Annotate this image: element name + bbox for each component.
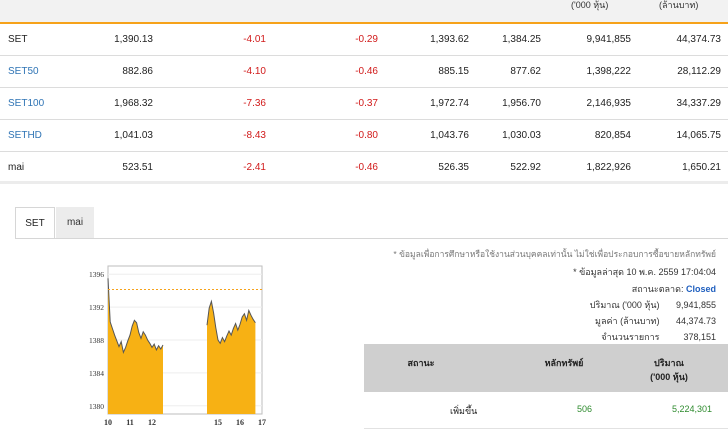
index-last: 1,390.13 [114,34,153,45]
breadth-row-next [364,429,728,437]
breadth-securities: 506 [577,404,593,414]
market-status-label: สถานะตลาด: [631,284,684,294]
index-value: 28,112.29 [677,66,721,77]
index-volume: 2,146,935 [586,98,632,109]
last-updated: * ข้อมูลล่าสุด 10 พ.ค. 2559 17:04:04 [573,267,716,277]
breadth-row-advance: เพิ่มขึ้น 506 5,224,301 [364,392,728,429]
total-volume-value: 9,941,855 [675,300,716,310]
index-name-link[interactable]: SET50 [8,66,39,78]
col-status-header: สถานะ [407,358,435,368]
chart-y-tick: 1380 [89,402,104,411]
index-name: mai [8,162,25,173]
index-value: 34,337.29 [676,98,722,109]
index-low: 522.92 [510,162,541,173]
total-trades-label: จำนวนรายการ [601,332,660,342]
index-last: 1,041.03 [114,130,153,141]
tab-mai[interactable]: mai [56,207,94,238]
index-name: SET [8,34,28,45]
index-volume: 1,822,926 [586,162,632,173]
index-name-link[interactable]: SETHD [8,130,42,142]
index-percent-change: -0.46 [355,66,378,77]
index-table: SET 1,390.13 -4.01 -0.29 1,393.62 1,384.… [0,24,728,184]
index-volume: 9,941,855 [586,34,632,45]
intraday-chart-svg: 1380 1384 1388 1392 1396 10 11 12 15 16 17 [89,265,266,427]
index-name-link[interactable]: SET100 [8,98,44,110]
index-volume: 820,854 [594,130,631,141]
col-volume-header: ปริมาณ ('000 หุ้น) [650,358,688,382]
index-change: -2.41 [243,162,266,173]
chart-x-tick: 11 [126,418,134,427]
index-value: 44,374.73 [676,34,722,45]
breadth-table-header: สถานะ หลักทรัพย์ ปริมาณ ('000 หุ้น) [364,344,728,392]
breadth-status: เพิ่มขึ้น [450,406,478,416]
chart-x-tick: 17 [258,418,266,427]
col-securities-header: หลักทรัพย์ [544,358,584,368]
index-high: 885.15 [438,66,469,77]
index-percent-change: -0.29 [355,34,378,45]
index-low: 1,384.25 [502,34,541,45]
chart-x-tick: 10 [104,418,112,427]
index-change: -8.43 [243,130,266,141]
total-trades-line: จำนวนรายการ 378,151 [601,330,716,344]
index-low: 1,956.70 [502,98,541,109]
chart-x-tick: 16 [236,418,244,427]
total-volume-label: ปริมาณ ('000 หุ้น) [589,300,660,310]
index-last: 1,968.32 [114,98,153,109]
index-high: 1,972.74 [430,98,469,109]
index-row-set50: SET50 882.86 -4.10 -0.46 885.15 877.62 1… [0,56,728,88]
index-last: 882.86 [122,66,153,77]
total-value-value: 44,374.73 [675,316,716,326]
index-high: 1,393.62 [430,34,469,45]
index-last: 523.51 [122,162,153,173]
volume-unit-header: ('000 หุ้น) [571,0,609,10]
chart-y-tick: 1388 [89,336,104,345]
index-table-header: ('000 หุ้น) (ล้านบาท) [0,0,728,24]
index-row-sethd: SETHD 1,041.03 -8.43 -0.80 1,043.76 1,03… [0,120,728,152]
chart-x-tick: 15 [214,418,222,427]
index-change: -4.01 [243,34,266,45]
tab-set[interactable]: SET [15,207,55,239]
market-status-badge: Closed [685,284,716,294]
value-unit-header: (ล้านบาท) [659,0,699,10]
index-percent-change: -0.80 [355,130,378,141]
chart-y-tick: 1392 [89,303,104,312]
breadth-volume: 5,224,301 [671,404,712,414]
chart-y-tick: 1384 [89,369,104,378]
index-high: 526.35 [438,162,469,173]
index-low: 1,030.03 [502,130,541,141]
chart-y-tick: 1396 [89,270,104,279]
disclaimer-text: * ข้อมูลเพื่อการศึกษาหรือใช้งานส่วนบุคคล… [393,249,716,259]
total-value-line: มูลค่า (ล้านบาท) 44,374.73 [595,314,716,328]
market-status-line: สถานะตลาด: Closed [632,282,716,296]
index-value: 14,065.75 [676,130,722,141]
index-low: 877.62 [510,66,541,77]
index-change: -4.10 [243,66,266,77]
total-trades-value: 378,151 [683,332,716,342]
index-percent-change: -0.37 [355,98,378,109]
index-row-mai: mai 523.51 -2.41 -0.46 526.35 522.92 1,8… [0,152,728,184]
tab-underline [15,238,728,239]
index-change: -7.36 [243,98,266,109]
index-percent-change: -0.46 [355,162,378,173]
total-value-label: มูลค่า (ล้านบาท) [595,316,660,326]
chart-x-tick: 12 [148,418,156,427]
index-value: 1,650.21 [682,162,721,173]
intraday-chart: 1380 1384 1388 1392 1396 10 11 12 15 16 17 [82,262,272,437]
index-row-set100: SET100 1,968.32 -7.36 -0.37 1,972.74 1,9… [0,88,728,120]
index-row-set: SET 1,390.13 -4.01 -0.29 1,393.62 1,384.… [0,24,728,56]
index-high: 1,043.76 [430,130,469,141]
total-volume-line: ปริมาณ ('000 หุ้น) 9,941,855 [590,298,716,312]
index-volume: 1,398,222 [586,66,632,77]
section-divider [0,181,728,184]
